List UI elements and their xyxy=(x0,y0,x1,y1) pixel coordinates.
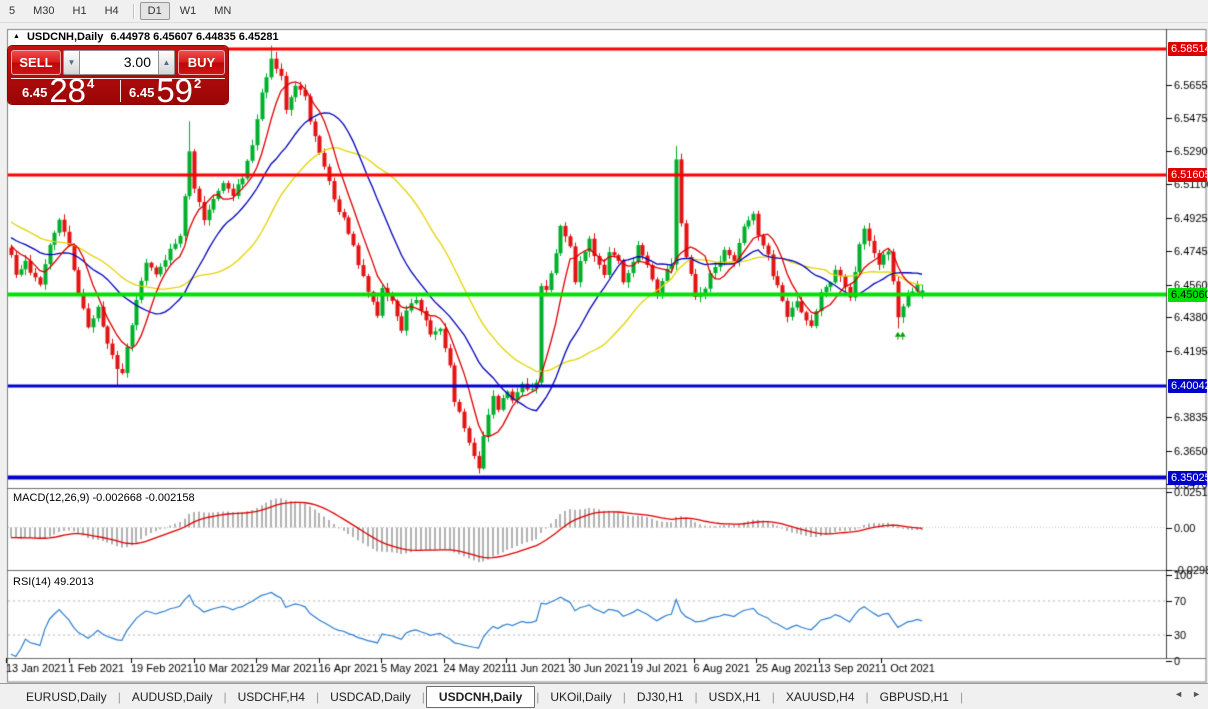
panel-divider xyxy=(120,80,121,102)
tab-usdcnh-daily[interactable]: USDCNH,Daily xyxy=(426,686,535,708)
timeframe-m30[interactable]: M30 xyxy=(25,2,62,20)
tab-eurusd-daily[interactable]: EURUSD,Daily xyxy=(16,686,117,708)
sell-price[interactable]: 6.45 28 4 xyxy=(22,77,94,104)
tab-dj30-h1[interactable]: DJ30,H1 xyxy=(627,686,694,708)
price-level-badge: 6.51605 xyxy=(1168,168,1207,182)
macd-indicator-label: MACD(12,26,9) -0.002668 -0.002158 xyxy=(13,492,195,504)
price-level-badge: 6.45060 xyxy=(1168,288,1207,302)
symbol-title: USDCNH,Daily xyxy=(27,31,103,43)
buy-price-point: 2 xyxy=(194,76,201,91)
chevron-up-icon: ▲ xyxy=(163,58,171,67)
rsi-indicator-label: RSI(14) 49.2013 xyxy=(13,576,94,588)
buy-price[interactable]: 6.45 59 2 xyxy=(129,77,201,104)
tab-audusd-daily[interactable]: AUDUSD,Daily xyxy=(122,686,223,708)
tab-gbpusd-h1[interactable]: GBPUSD,H1 xyxy=(870,686,959,708)
buy-price-pips: 59 xyxy=(156,78,193,104)
price-level-badge: 6.58514 xyxy=(1168,42,1207,56)
sell-price-pips: 28 xyxy=(49,78,86,104)
one-click-trading-panel: SELL ▼ 3.00 ▲ BUY 6.45 28 4 6.45 59 2 xyxy=(8,46,228,104)
sell-price-point: 4 xyxy=(87,76,94,91)
timeframe-w1[interactable]: W1 xyxy=(172,2,205,20)
collapse-panel-icon[interactable]: ▲ xyxy=(13,33,20,40)
tabs-scroll-right-icon[interactable]: ► xyxy=(1192,689,1201,699)
tab-usdchf-h4[interactable]: USDCHF,H4 xyxy=(228,686,315,708)
tab-usdx-h1[interactable]: USDX,H1 xyxy=(699,686,771,708)
tabs-scroll-left-icon[interactable]: ◄ xyxy=(1174,689,1183,699)
sell-price-prefix: 6.45 xyxy=(22,85,47,100)
price-level-badge: 6.35025 xyxy=(1168,471,1207,485)
buy-price-prefix: 6.45 xyxy=(129,85,154,100)
volume-input[interactable]: 3.00 xyxy=(80,50,158,75)
tab-usdcad-daily[interactable]: USDCAD,Daily xyxy=(320,686,421,708)
timeframe-h1[interactable]: H1 xyxy=(65,2,95,20)
tab-navigation: ◄ ► xyxy=(1174,689,1201,699)
chevron-down-icon: ▼ xyxy=(68,58,76,67)
chart-tabs: EURUSD,Daily|AUDUSD,Daily|USDCHF,H4|USDC… xyxy=(0,683,1208,709)
timeframe-mn[interactable]: MN xyxy=(206,2,239,20)
tab-separator: | xyxy=(959,690,964,704)
timeframe-h4[interactable]: H4 xyxy=(97,2,127,20)
tab-xauusd-h4[interactable]: XAUUSD,H4 xyxy=(776,686,865,708)
timeframe-d1[interactable]: D1 xyxy=(140,2,170,20)
timeframe-toolbar: 5M30H1H4 D1W1MN xyxy=(0,0,1208,23)
chart-title: ▲ USDCNH,Daily 6.44978 6.45607 6.44835 6… xyxy=(13,31,279,43)
toolbar-separator xyxy=(133,4,134,19)
ohlc-values: 6.44978 6.45607 6.44835 6.45281 xyxy=(110,31,278,43)
price-level-badge: 6.40042 xyxy=(1168,379,1207,393)
tab-ukoil-daily[interactable]: UKOil,Daily xyxy=(540,686,621,708)
terminal-window: 5M30H1H4 D1W1MN ▲ USDCNH,Daily 6.44978 6.… xyxy=(0,0,1208,709)
timeframe-5[interactable]: 5 xyxy=(1,2,23,20)
